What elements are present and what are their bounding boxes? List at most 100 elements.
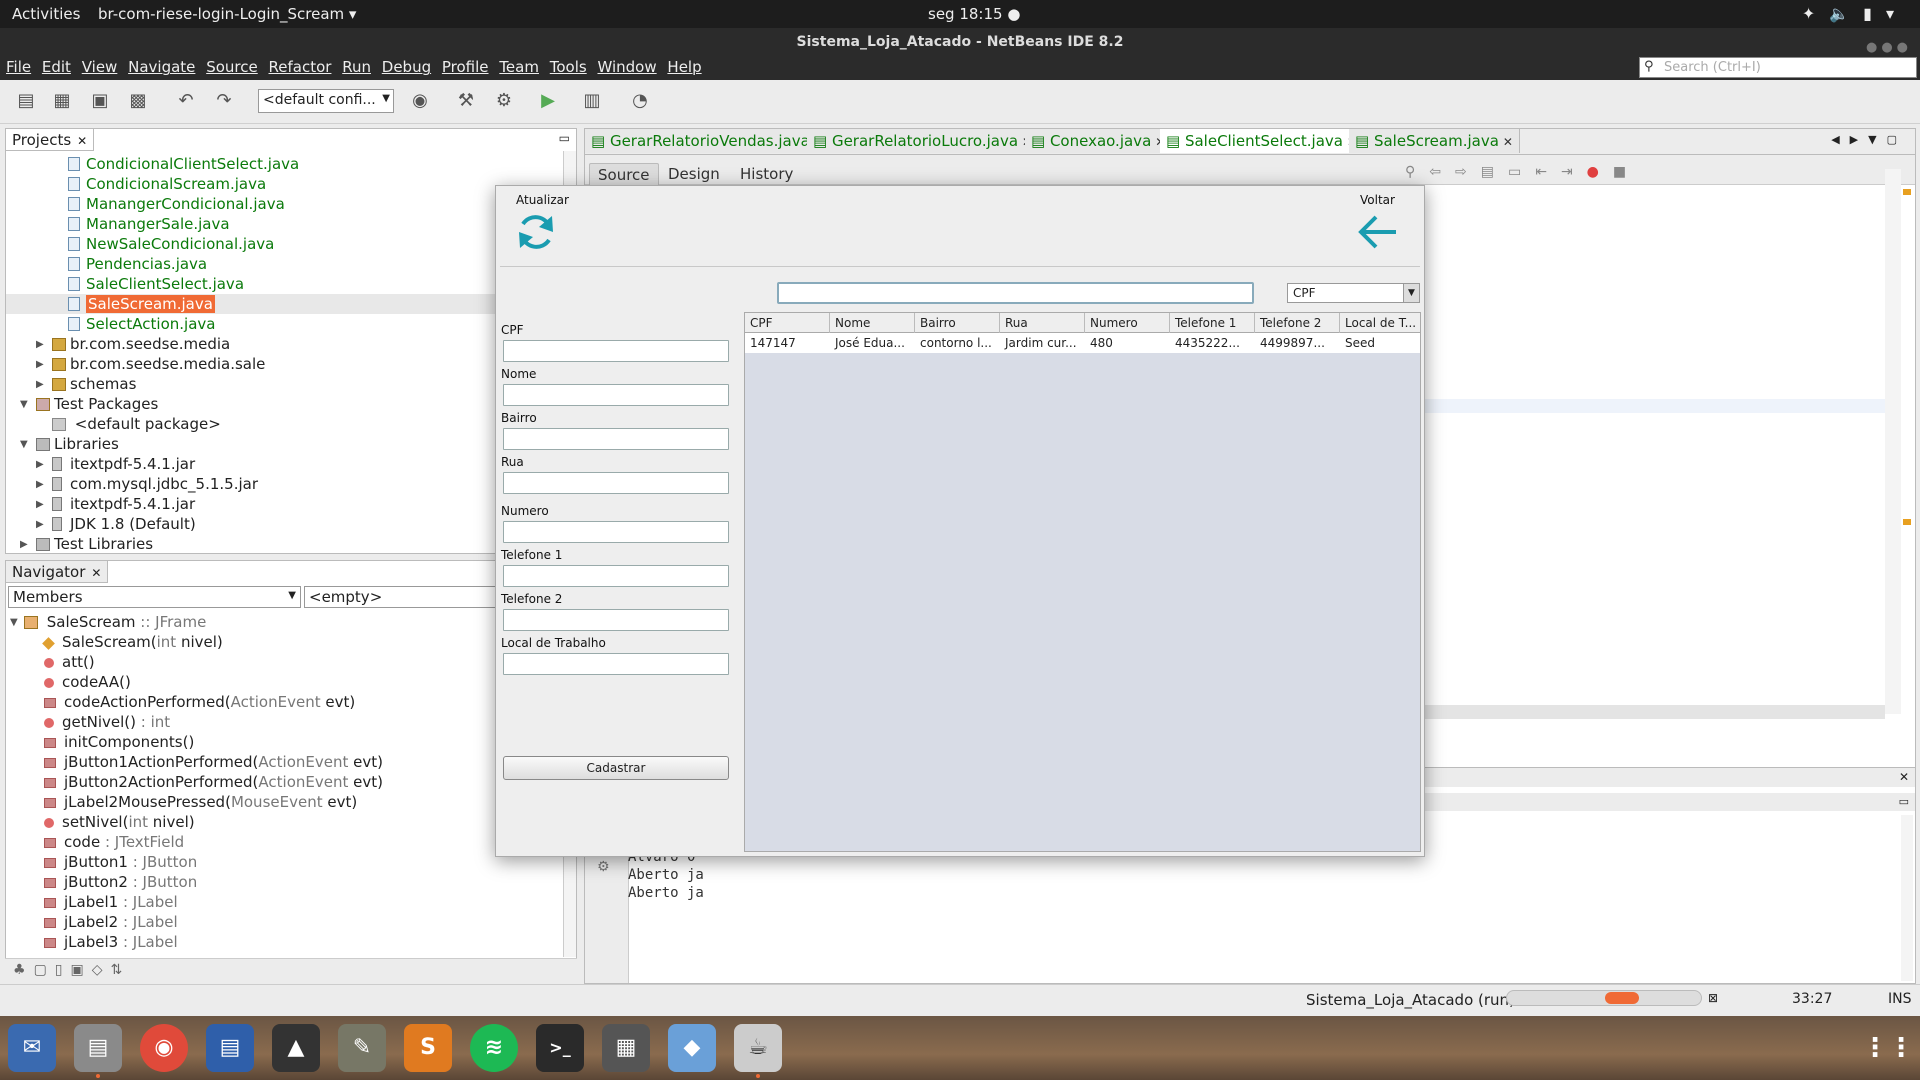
nav-member[interactable]: jLabel2 : JLabel — [44, 913, 178, 931]
telefone2-input[interactable] — [503, 609, 729, 631]
tree-file[interactable]: CondicionalScream.java — [68, 175, 266, 193]
prev-icon[interactable]: ⇦ — [1429, 164, 1455, 180]
cadastrar-button[interactable]: Cadastrar — [503, 756, 729, 780]
volume-icon[interactable]: 🔈 — [1829, 4, 1863, 23]
battery-icon[interactable]: ▮ — [1863, 4, 1886, 23]
expand-arrow-icon[interactable]: ▶ — [36, 499, 44, 510]
minimize-icon[interactable]: ▭ — [1899, 795, 1909, 808]
macro-stop-icon[interactable]: ■ — [1613, 164, 1640, 180]
nav-member[interactable]: jLabel2MousePressed(MouseEvent evt) — [44, 793, 357, 811]
menu-run[interactable]: Run — [342, 56, 371, 76]
editor-tab-active[interactable]: ▤ SaleClientSelect.java✕ — [1160, 129, 1365, 153]
tab-navigator[interactable]: Navigator ✕ — [6, 561, 109, 583]
expand-arrow-icon[interactable]: ▶ — [36, 479, 44, 490]
filter-select[interactable]: <empty> — [304, 586, 504, 608]
tree-libraries[interactable]: Libraries — [36, 435, 119, 453]
toggle-icon[interactable]: ▤ — [1481, 164, 1508, 180]
rua-input[interactable] — [503, 472, 729, 494]
table-row[interactable]: 147147 José Edua... contorno l... Jardim… — [745, 333, 1420, 353]
collapse-arrow-icon[interactable]: ▼ — [20, 399, 28, 410]
nav-member[interactable]: jLabel1 : JLabel — [44, 893, 178, 911]
calculator-icon[interactable]: ▦ — [602, 1024, 650, 1072]
menu-edit[interactable]: Edit — [42, 56, 71, 76]
editor-tools[interactable]: ⚲⇦⇨▤▭⇤⇥●■ — [1405, 164, 1640, 180]
tree-jar[interactable]: com.mysql.jdbc_5.1.5.jar — [52, 475, 258, 493]
tree-jdk[interactable]: JDK 1.8 (Default) — [52, 515, 196, 533]
new-project-icon[interactable]: ▦ — [50, 90, 74, 114]
tree-test-packages[interactable]: Test Packages — [36, 395, 158, 413]
tree-jar[interactable]: itextpdf-5.4.1.jar — [52, 455, 195, 473]
select-icon[interactable]: ▭ — [1508, 164, 1535, 180]
menu-team[interactable]: Team — [499, 56, 539, 76]
menu-source[interactable]: Source — [206, 56, 258, 76]
expand-arrow-icon[interactable]: ▶ — [36, 379, 44, 390]
sublime-icon[interactable]: S — [404, 1024, 452, 1072]
gimp-icon[interactable]: ✎ — [338, 1024, 386, 1072]
tab-projects[interactable]: Projects ✕ — [6, 129, 95, 151]
nonpublic-filter-icon[interactable]: ◇ — [92, 962, 111, 978]
nav-member[interactable]: jButton1 : JButton — [44, 853, 197, 871]
error-stripe-mark[interactable] — [1903, 189, 1911, 195]
nav-member[interactable]: jButton1ActionPerformed(ActionEvent evt) — [44, 753, 383, 771]
table-search-input[interactable] — [777, 282, 1254, 304]
tree-file[interactable]: SaleClientSelect.java — [68, 275, 244, 293]
menu-tools[interactable]: Tools — [550, 56, 587, 76]
nav-member[interactable]: initComponents() — [44, 733, 194, 751]
app-menu[interactable]: br-com-riese-login-Login_Scream ▾ — [98, 5, 356, 23]
tree-package[interactable]: schemas — [52, 375, 136, 393]
collapse-arrow-icon[interactable]: ▼ — [20, 439, 28, 450]
close-icon[interactable]: ✕ — [77, 134, 87, 148]
menu-view[interactable]: View — [82, 56, 118, 76]
virtualbox-icon[interactable]: ◆ — [668, 1024, 716, 1072]
nav-member[interactable]: code : JTextField — [44, 833, 184, 851]
system-tray[interactable]: ✦🔈▮▾ — [1802, 4, 1908, 23]
numero-input[interactable] — [503, 521, 729, 543]
editor-tab[interactable]: ▤ Conexao.java✕ — [1025, 129, 1173, 153]
column-header[interactable]: Telefone 1 — [1170, 313, 1255, 333]
globe-icon[interactable]: ◉ — [408, 90, 432, 114]
lock-filter-icon[interactable]: ▣ — [71, 962, 92, 978]
save-all-icon[interactable]: ▩ — [126, 90, 150, 114]
run-status[interactable]: Sistema_Loja_Atacado (run) — [1306, 991, 1515, 1009]
column-header[interactable]: CPF — [745, 313, 830, 333]
build-icon[interactable]: ⚒ — [454, 90, 478, 114]
collapse-arrow-icon[interactable]: ▼ — [10, 617, 18, 628]
back-arrow-icon[interactable] — [1356, 212, 1400, 252]
thunderbird-icon[interactable]: ✉ — [8, 1024, 56, 1072]
nav-member[interactable]: codeActionPerformed(ActionEvent evt) — [44, 693, 355, 711]
open-project-icon[interactable]: ▣ — [88, 90, 112, 114]
clients-table[interactable]: CPF Nome Bairro Rua Numero Telefone 1 Te… — [744, 312, 1421, 852]
tab-list-icon[interactable]: ▼ — [1868, 133, 1886, 146]
close-icon[interactable]: ✕ — [1503, 135, 1513, 149]
minimize-icon[interactable]: ▭ — [559, 131, 570, 145]
writer-icon[interactable]: ▤ — [206, 1024, 254, 1072]
activities-button[interactable]: Activities — [12, 5, 80, 23]
config-select[interactable]: <default confi... ▼ — [258, 89, 394, 113]
editor-tab[interactable]: ▤ GerarRelatorioVendas.java✕ — [585, 129, 831, 153]
menu-debug[interactable]: Debug — [382, 56, 431, 76]
spotify-icon[interactable]: ≋ — [470, 1024, 518, 1072]
subtab-source[interactable]: Source — [589, 163, 659, 187]
scroll-right-icon[interactable]: ▶ — [1850, 133, 1868, 146]
tree-file-selected[interactable]: SaleScream.java — [68, 295, 215, 313]
chrome-icon[interactable]: ◉ — [140, 1024, 188, 1072]
editor-tab[interactable]: ▤ SaleScream.java ✕ — [1349, 129, 1520, 153]
cpf-input[interactable] — [503, 340, 729, 362]
nav-member[interactable]: jLabel3 : JLabel — [44, 933, 178, 951]
settings-icon[interactable]: ⚙ — [597, 859, 610, 875]
cancel-icon[interactable]: ⊠ — [1708, 991, 1718, 1005]
refresh-icon[interactable] — [514, 210, 558, 254]
nome-input[interactable] — [503, 384, 729, 406]
expand-arrow-icon[interactable]: ▶ — [36, 519, 44, 530]
ide-search-input[interactable]: ⚲ Search (Ctrl+I) — [1639, 57, 1917, 78]
scroll-left-icon[interactable]: ◀ — [1831, 133, 1849, 146]
tab-controls[interactable]: ◀▶▼▢ — [1831, 133, 1907, 146]
static-filter-icon[interactable]: ▯ — [55, 962, 71, 978]
nav-member[interactable]: jButton2 : JButton — [44, 873, 197, 891]
subtab-design[interactable]: Design — [660, 163, 728, 185]
members-select[interactable]: Members ▼ — [8, 586, 301, 608]
profile-icon[interactable]: ◔ — [628, 90, 652, 114]
network-icon[interactable]: ✦ — [1802, 4, 1829, 23]
editor-tab[interactable]: ▤ GerarRelatorioLucro.java✕ — [807, 129, 1040, 153]
search-field-select[interactable]: CPF ▼ — [1287, 283, 1420, 303]
